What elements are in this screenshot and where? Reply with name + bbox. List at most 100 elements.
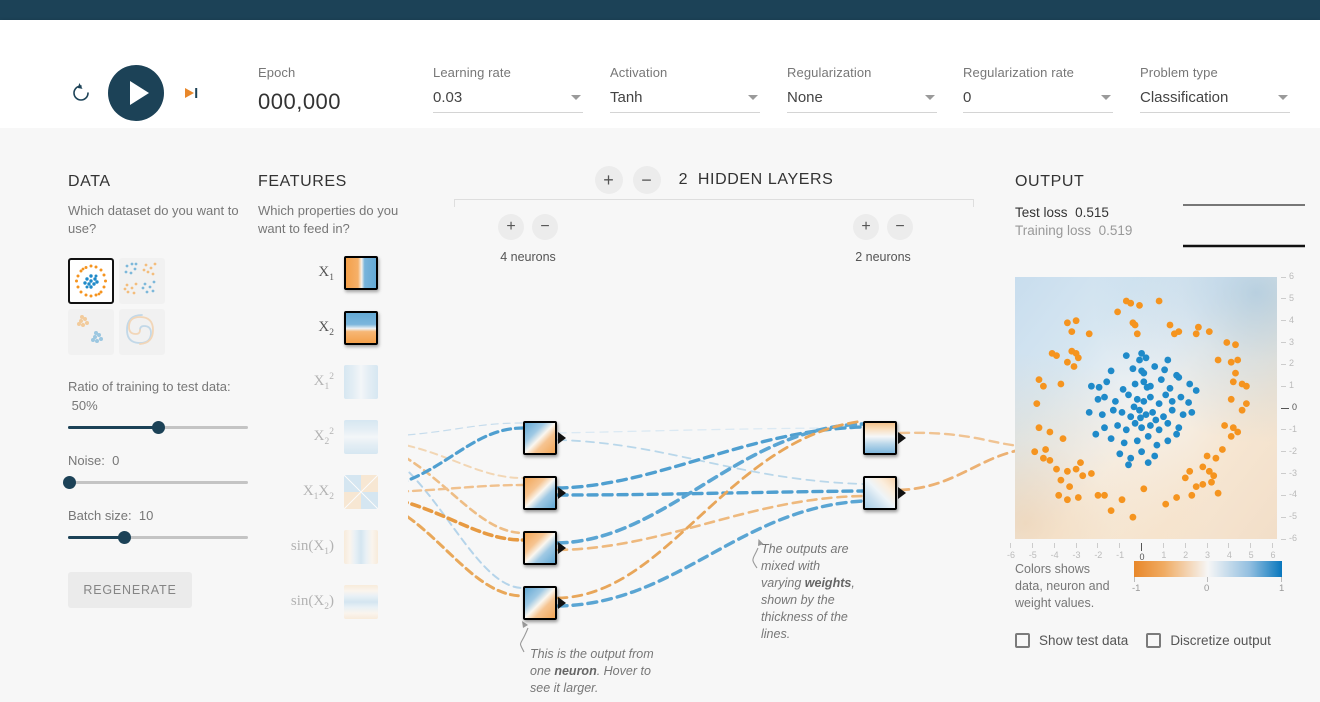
dataset-circle[interactable]	[68, 258, 114, 304]
feature-x1-squared[interactable]: X12	[258, 365, 378, 399]
regularization-rate-select[interactable]: 0	[963, 89, 1113, 113]
neuron-l2-1[interactable]	[863, 421, 897, 455]
x-tick-mark	[1053, 543, 1055, 548]
neuron-l1-3[interactable]	[523, 531, 557, 565]
x-tick-label: -6	[1006, 550, 1015, 560]
neuron-l1-4[interactable]	[523, 586, 557, 620]
playback-controls	[0, 20, 204, 121]
neuron-l1-1[interactable]	[523, 421, 557, 455]
noise-slider-knob[interactable]	[63, 476, 76, 489]
show-test-data-checkbox[interactable]: Show test data	[1015, 633, 1128, 648]
regularization-select[interactable]: None	[787, 89, 937, 113]
x-tick-label: 1	[1161, 550, 1167, 560]
step-button[interactable]	[178, 80, 204, 106]
activation-label: Activation	[610, 65, 668, 80]
feature-sin-x1-thumb[interactable]	[344, 530, 378, 564]
y-tick-label: -6	[1289, 533, 1298, 543]
add-layer-button[interactable]: +	[594, 166, 623, 194]
x-tick-mark	[1250, 543, 1252, 548]
y-tick-mark	[1281, 451, 1286, 453]
feature-x1x2-thumb[interactable]	[344, 475, 378, 509]
play-pause-button[interactable]	[108, 65, 164, 121]
features-panel: FEATURES Which properties do you want to…	[258, 173, 408, 619]
epoch-label: Epoch	[258, 65, 296, 80]
ratio-slider[interactable]	[68, 421, 248, 434]
ratio-slider-knob[interactable]	[152, 421, 165, 434]
checkbox-icon[interactable]	[1146, 633, 1162, 648]
test-loss-value: 0.515	[1075, 205, 1109, 220]
discretize-output-checkbox[interactable]: Discretize output	[1146, 633, 1271, 648]
feature-x2-squared-thumb[interactable]	[344, 420, 378, 454]
checkbox-icon[interactable]	[1015, 633, 1030, 648]
network-panel: + − 2 HIDDEN LAYERS + − 4 neurons + − 2 …	[408, 128, 1020, 702]
dataset-exclusive-or[interactable]	[119, 258, 165, 304]
feature-sin-x1[interactable]: sin(X1)	[258, 530, 378, 564]
feature-x2-thumb[interactable]	[344, 311, 378, 345]
output-scatter-points	[1031, 297, 1250, 521]
feature-sin-x2[interactable]: sin(X2)	[258, 585, 378, 619]
batch-label-text: Batch size:	[68, 508, 132, 523]
neuron-l1-1-output-nub	[558, 432, 566, 444]
dataset-spiral[interactable]	[119, 309, 165, 355]
feature-sin-x1-label: sin(X1)	[290, 537, 334, 557]
layer-2-buttons: + −	[841, 214, 925, 240]
y-tick-label: 1	[1289, 380, 1295, 391]
data-panel-title: DATA	[68, 173, 111, 190]
chevron-down-icon	[571, 95, 581, 100]
layer-2-add-neuron-button[interactable]: +	[853, 214, 879, 240]
color-legend: Colors shows data, neuron and weight val…	[1015, 561, 1305, 612]
feature-x1-thumb[interactable]	[344, 256, 378, 290]
output-checkboxes: Show test data Discretize output	[1015, 633, 1271, 648]
epoch-display: Epoch 000,000	[258, 65, 341, 115]
feature-x1x2[interactable]: X1X2	[258, 475, 378, 509]
legend-label-min: -1	[1132, 583, 1141, 594]
feature-sin-x2-thumb[interactable]	[344, 585, 378, 619]
problem-type-select[interactable]: Classification	[1140, 89, 1290, 113]
neuron-l2-2[interactable]	[863, 476, 897, 510]
batch-slider-knob[interactable]	[117, 531, 131, 544]
neuron-l1-2[interactable]	[523, 476, 557, 510]
learning-rate-select[interactable]: 0.03	[433, 89, 583, 113]
x-tick-mark	[1141, 543, 1142, 551]
x-tick-label: 4	[1226, 550, 1232, 560]
reset-button[interactable]	[68, 80, 94, 106]
y-tick-label: 6	[1289, 271, 1295, 281]
regenerate-button[interactable]: REGENERATE	[68, 572, 192, 608]
feature-x1[interactable]: X1	[258, 256, 378, 290]
test-loss-label: Test loss	[1015, 205, 1068, 220]
x-tick-label: -2	[1094, 550, 1103, 560]
hidden-layer-count: 2	[678, 171, 688, 188]
y-tick-mark	[1281, 298, 1286, 300]
x-tick-mark	[1228, 543, 1230, 548]
main-body: DATA Which dataset do you want to use? R…	[0, 128, 1320, 702]
legend-label-max: 1	[1279, 583, 1285, 594]
noise-slider[interactable]	[63, 476, 248, 489]
feature-x2-squared[interactable]: X22	[258, 420, 378, 454]
epoch-value: 000,000	[258, 89, 342, 114]
layer-1-remove-neuron-button[interactable]: −	[532, 214, 558, 240]
layer-2-remove-neuron-button[interactable]: −	[887, 214, 913, 240]
activation-value: Tanh	[610, 89, 643, 106]
gaussian-dataset-icon	[77, 315, 103, 343]
ratio-label-text: Ratio of training to test data:	[68, 379, 231, 394]
activation-select[interactable]: Tanh	[610, 89, 760, 113]
layer-1-add-neuron-button[interactable]: +	[498, 214, 524, 240]
output-heatmap[interactable]	[1015, 277, 1277, 539]
x-tick-mark	[1184, 543, 1186, 548]
x-tick-label: -4	[1050, 550, 1059, 560]
output-panel-title: OUTPUT	[1015, 173, 1085, 190]
feature-x1-label: X1	[318, 263, 334, 283]
y-tick-label: -4	[1289, 489, 1298, 500]
neuron-l1-4-output-nub	[558, 597, 566, 609]
feature-x1-squared-thumb[interactable]	[344, 365, 378, 399]
hidden-layer-controls: + − 2 HIDDEN LAYERS	[408, 166, 1020, 194]
regularization-rate-label: Regularization rate	[963, 65, 1075, 80]
batch-slider[interactable]	[68, 531, 248, 544]
feature-x2[interactable]: X2	[258, 311, 378, 345]
y-tick-mark	[1281, 276, 1286, 278]
app-top-bar	[0, 0, 1320, 20]
remove-layer-button[interactable]: −	[632, 166, 661, 194]
y-tick-mark	[1281, 342, 1286, 343]
problem-type-label: Problem type	[1140, 65, 1218, 80]
dataset-gaussian[interactable]	[68, 309, 114, 355]
